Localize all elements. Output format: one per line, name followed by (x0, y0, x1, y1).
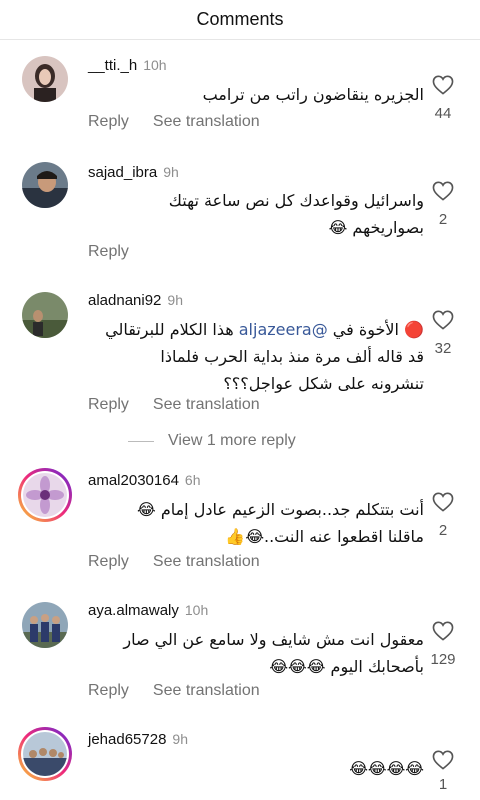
like-button[interactable]: 129 (428, 621, 458, 668)
mention-link[interactable]: @aljazeera (239, 320, 328, 339)
comment-username[interactable]: sajad_ibra (88, 164, 157, 181)
like-count: 32 (434, 340, 452, 357)
like-button[interactable]: 44 (428, 75, 458, 122)
see-translation-button[interactable]: See translation (153, 553, 260, 571)
comment-text: 😂😂😂😂 (349, 759, 424, 778)
comment-username[interactable]: aya.almawaly (88, 602, 179, 619)
comment-time: 6h (184, 472, 201, 488)
like-button[interactable]: 2 (428, 181, 458, 228)
reply-button[interactable]: Reply (88, 553, 129, 571)
divider (128, 440, 154, 442)
comment-text: أنت بتتكلم جد..بصوت الزعيم عادل إمام 😂 م… (137, 500, 424, 546)
avatar[interactable] (18, 468, 72, 522)
view-more-label: View 1 more reply (168, 432, 296, 449)
comment-text: واسرائيل وقواعدك كل نص ساعة تهتك بصواريخ… (168, 191, 424, 237)
heart-icon (432, 75, 454, 95)
like-count: 2 (438, 522, 448, 539)
reply-button[interactable]: Reply (88, 113, 129, 131)
comment-text: معقول انت مش شايف ولا سامع عن الي صار بأ… (123, 630, 424, 676)
like-count: 44 (434, 105, 452, 122)
like-button[interactable]: 32 (428, 310, 458, 357)
see-translation-button[interactable]: See translation (153, 682, 260, 700)
reply-button[interactable]: Reply (88, 243, 129, 261)
avatar[interactable] (18, 727, 72, 781)
avatar[interactable] (22, 162, 68, 208)
comment-username[interactable]: __tti._h (88, 57, 137, 74)
comment-username[interactable]: aladnani92 (88, 292, 161, 309)
comment-username[interactable]: jehad65728 (88, 731, 166, 748)
comment-text: الجزيره ينقاضون راتب من ترامب (202, 85, 424, 104)
heart-icon (432, 621, 454, 641)
like-count: 1 (438, 776, 448, 793)
page-title: Comments (196, 9, 284, 29)
avatar[interactable] (22, 292, 68, 338)
like-button[interactable]: 2 (428, 492, 458, 539)
comment-text-part: 🔴 الأخوة في (327, 320, 424, 339)
see-translation-button[interactable]: See translation (153, 113, 260, 131)
reply-button[interactable]: Reply (88, 396, 129, 414)
heart-icon (432, 750, 454, 770)
like-button[interactable]: 1 (428, 750, 458, 793)
avatar[interactable] (22, 56, 68, 102)
view-more-replies-button[interactable]: View 1 more reply (128, 432, 296, 450)
comment-time: 9h (167, 292, 183, 308)
like-count: 2 (438, 211, 448, 228)
avatar[interactable] (22, 602, 68, 648)
comment-text: 🔴 الأخوة في @aljazeera هذا الكلام للبرتق… (104, 316, 424, 397)
comment-username[interactable]: amal2030164 (88, 472, 179, 489)
comment-time: 9h (172, 731, 188, 747)
heart-icon (432, 492, 454, 512)
comment-time: 10h (143, 57, 167, 73)
comment-time: 10h (184, 602, 209, 618)
reply-button[interactable]: Reply (88, 682, 129, 700)
heart-icon (432, 310, 454, 330)
comment-time: 9h (163, 164, 179, 180)
like-count: 129 (430, 651, 456, 668)
comments-header: Comments (0, 0, 480, 40)
see-translation-button[interactable]: See translation (153, 396, 260, 414)
heart-icon (432, 181, 454, 201)
